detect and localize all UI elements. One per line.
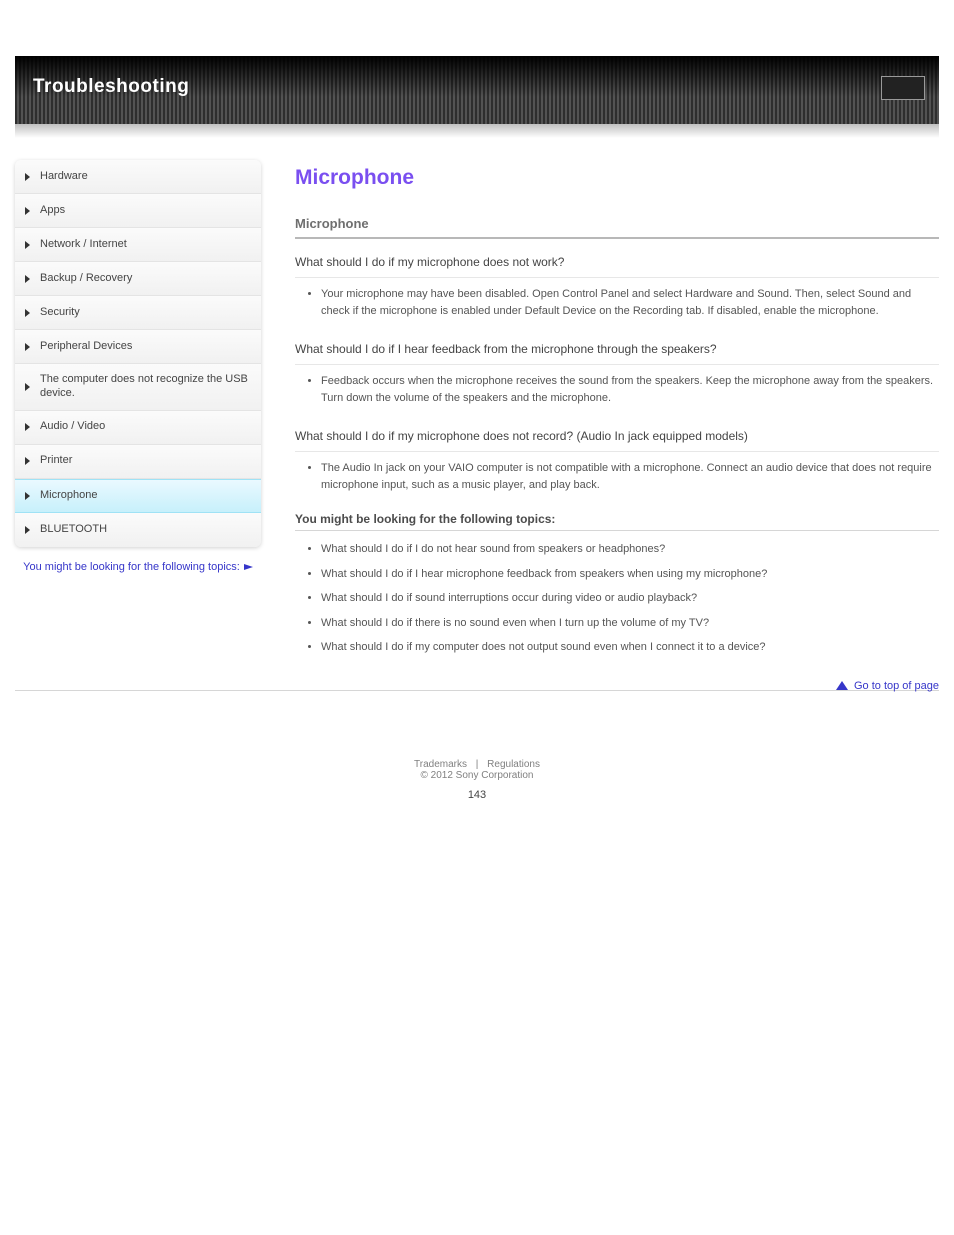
back-to-top-button[interactable]: Go to top of page bbox=[836, 680, 939, 692]
footer-link-trademarks[interactable]: Trademarks bbox=[414, 759, 467, 770]
main-content: Microphone Microphone What should I do i… bbox=[261, 160, 939, 664]
chevron-right-icon bbox=[25, 343, 30, 351]
related-heading: You might be looking for the following t… bbox=[295, 512, 939, 531]
chevron-right-icon bbox=[25, 423, 30, 431]
sidebar-external-link-anchor[interactable]: You might be looking for the following t… bbox=[23, 561, 253, 573]
nav-item-usb[interactable]: The computer does not recognize the USB … bbox=[15, 364, 261, 411]
page-title: Microphone bbox=[295, 166, 939, 190]
related-link[interactable]: What should I do if my computer does not… bbox=[321, 639, 939, 656]
nav-item-printer[interactable]: Printer bbox=[15, 445, 261, 479]
sidebar-external-link: You might be looking for the following t… bbox=[15, 561, 261, 573]
chevron-right-icon bbox=[25, 275, 30, 283]
nav-label: Security bbox=[40, 306, 80, 320]
related-link[interactable]: What should I do if I do not hear sound … bbox=[321, 541, 939, 558]
faq-block: What should I do if my microphone does n… bbox=[295, 251, 939, 320]
nav-label: Microphone bbox=[40, 489, 97, 503]
nav-item-bluetooth[interactable]: BLUETOOTH bbox=[15, 513, 261, 547]
back-to-top-bar: Go to top of page bbox=[15, 690, 939, 703]
nav-item-peripheral[interactable]: Peripheral Devices bbox=[15, 330, 261, 364]
chevron-right-icon bbox=[25, 207, 30, 215]
faq-block: What should I do if my microphone does n… bbox=[295, 425, 939, 494]
nav-label: Peripheral Devices bbox=[40, 340, 132, 354]
nav-item-hardware[interactable]: Hardware bbox=[15, 160, 261, 194]
header-band: Troubleshooting bbox=[15, 56, 939, 124]
header-title: Troubleshooting bbox=[33, 76, 189, 98]
search-box[interactable] bbox=[881, 76, 925, 100]
faq-block: What should I do if I hear feedback from… bbox=[295, 338, 939, 407]
related-link[interactable]: What should I do if sound interruptions … bbox=[321, 590, 939, 607]
faq-question: What should I do if I hear feedback from… bbox=[295, 338, 939, 365]
nav-item-network[interactable]: Network / Internet bbox=[15, 228, 261, 262]
footer: Trademarks | Regulations © 2012 Sony Cor… bbox=[0, 759, 954, 781]
nav-label: The computer does not recognize the USB … bbox=[40, 373, 251, 401]
faq-answer: Feedback occurs when the microphone rece… bbox=[321, 373, 939, 407]
footer-copyright: © 2012 Sony Corporation bbox=[421, 770, 534, 781]
chevron-right-icon bbox=[25, 309, 30, 317]
page-number: 143 bbox=[0, 789, 954, 801]
faq-answer: The Audio In jack on your VAIO computer … bbox=[321, 460, 939, 494]
nav-item-apps[interactable]: Apps bbox=[15, 194, 261, 228]
chevron-right-icon bbox=[25, 383, 30, 391]
chevron-up-icon bbox=[836, 681, 848, 690]
nav-label: Hardware bbox=[40, 170, 88, 184]
external-link-text: You might be looking for the following t… bbox=[23, 561, 240, 573]
nav-label: Audio / Video bbox=[40, 420, 105, 434]
nav-label: Apps bbox=[40, 204, 65, 218]
arrow-right-icon bbox=[244, 564, 253, 570]
back-to-top-label: Go to top of page bbox=[854, 680, 939, 692]
faq-question: What should I do if my microphone does n… bbox=[295, 425, 939, 452]
footer-link-regulations[interactable]: Regulations bbox=[487, 759, 540, 770]
sidebar-nav: Hardware Apps Network / Internet Backup … bbox=[15, 160, 261, 547]
chevron-right-icon bbox=[25, 173, 30, 181]
nav-item-microphone[interactable]: Microphone bbox=[15, 479, 261, 513]
chevron-right-icon bbox=[25, 241, 30, 249]
nav-label: Backup / Recovery bbox=[40, 272, 132, 286]
chevron-right-icon bbox=[25, 492, 30, 500]
chevron-right-icon bbox=[25, 526, 30, 534]
related-list: What should I do if I do not hear sound … bbox=[295, 541, 939, 656]
nav-label: BLUETOOTH bbox=[40, 523, 107, 537]
sub-heading: Microphone bbox=[295, 216, 939, 239]
faq-answer: Your microphone may have been disabled. … bbox=[321, 286, 939, 320]
faq-question: What should I do if my microphone does n… bbox=[295, 251, 939, 278]
nav-item-backup[interactable]: Backup / Recovery bbox=[15, 262, 261, 296]
nav-label: Printer bbox=[40, 454, 72, 468]
related-link[interactable]: What should I do if there is no sound ev… bbox=[321, 615, 939, 632]
chevron-right-icon bbox=[25, 457, 30, 465]
nav-item-security[interactable]: Security bbox=[15, 296, 261, 330]
related-link[interactable]: What should I do if I hear microphone fe… bbox=[321, 566, 939, 583]
nav-item-audio-video[interactable]: Audio / Video bbox=[15, 411, 261, 445]
nav-label: Network / Internet bbox=[40, 238, 127, 252]
